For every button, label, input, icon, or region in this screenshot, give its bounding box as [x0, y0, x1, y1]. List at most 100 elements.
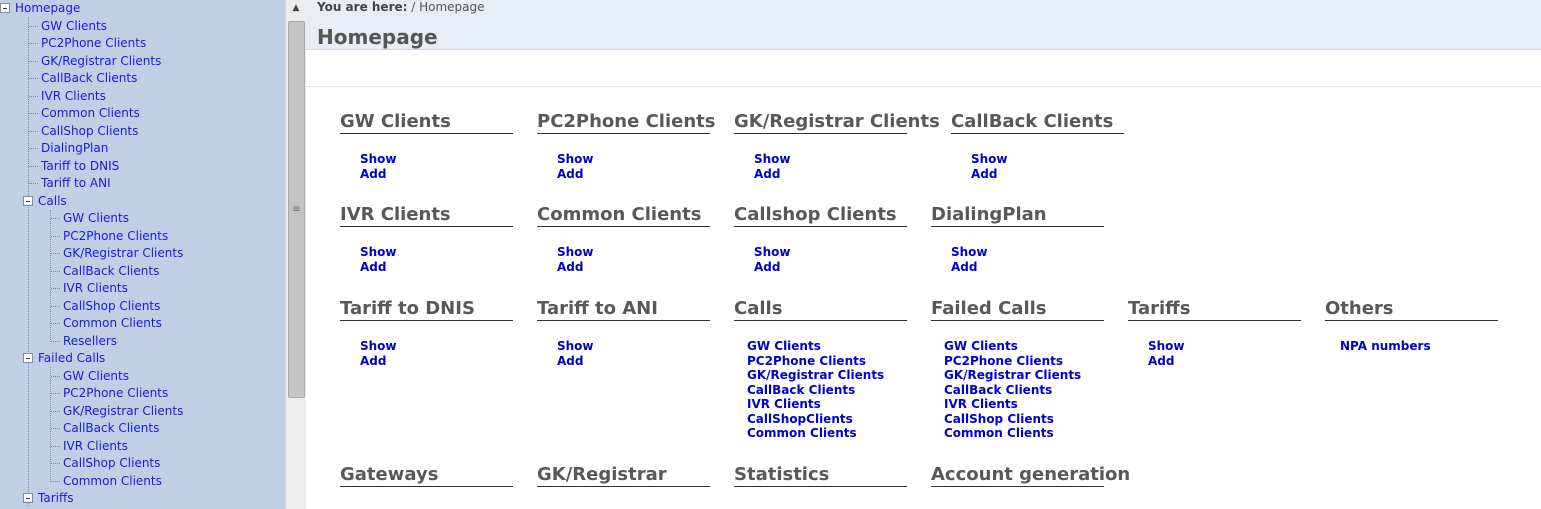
- add-link[interactable]: Add: [360, 167, 386, 181]
- tree-label[interactable]: PC2Phone Clients: [63, 386, 168, 400]
- tree-item-calls-callshop-clients[interactable]: CallShop Clients: [51, 298, 160, 315]
- add-link[interactable]: Add: [557, 354, 583, 368]
- tree-item-calls-callback-clients[interactable]: CallBack Clients: [51, 263, 159, 280]
- tree-label[interactable]: IVR Clients: [63, 281, 128, 295]
- tree-label[interactable]: Calls: [38, 194, 67, 208]
- show-link[interactable]: Show: [1148, 339, 1185, 353]
- tree-label[interactable]: CallBack Clients: [63, 264, 159, 278]
- failed-callback-clients-link[interactable]: CallBack Clients: [944, 383, 1052, 397]
- tree-item-calls-pc2phone-clients[interactable]: PC2Phone Clients: [51, 228, 168, 245]
- tree-item-common-clients[interactable]: Common Clients: [29, 105, 140, 122]
- collapse-icon[interactable]: [0, 2, 10, 13]
- show-link[interactable]: Show: [557, 245, 594, 259]
- tree-label[interactable]: Common Clients: [63, 316, 162, 330]
- tree-node-homepage[interactable]: Homepage: [0, 0, 80, 17]
- scroll-up-arrow-icon[interactable]: ▲: [286, 0, 306, 17]
- tree-item-tariff-to-dnis[interactable]: Tariff to DNIS: [29, 158, 119, 175]
- tree-item-gw-clients[interactable]: GW Clients: [29, 18, 107, 35]
- tree-label[interactable]: IVR Clients: [63, 439, 128, 453]
- tree-label[interactable]: Homepage: [15, 1, 80, 15]
- tree-item-gk-registrar-clients[interactable]: GK/Registrar Clients: [29, 53, 161, 70]
- tree-item-failed-gw-clients[interactable]: GW Clients: [51, 368, 129, 385]
- show-link[interactable]: Show: [557, 152, 594, 166]
- tree-label[interactable]: GK/Registrar Clients: [41, 54, 161, 68]
- tree-label[interactable]: GK/Registrar Clients: [63, 246, 183, 260]
- show-link[interactable]: Show: [971, 152, 1008, 166]
- tree-node-tariffs[interactable]: Tariffs: [23, 490, 73, 507]
- show-link[interactable]: Show: [754, 245, 791, 259]
- tree-item-calls-gk-registrar-clients[interactable]: GK/Registrar Clients: [51, 245, 183, 262]
- show-link[interactable]: Show: [360, 245, 397, 259]
- calls-gk-registrar-clients-link[interactable]: GK/Registrar Clients: [747, 368, 884, 382]
- show-link[interactable]: Show: [557, 339, 594, 353]
- collapse-icon[interactable]: [23, 492, 33, 503]
- calls-callshop-clients-link[interactable]: CallShopClients: [747, 412, 853, 426]
- tree-scrollbar[interactable]: ▲ ≡: [285, 0, 306, 509]
- failed-ivr-clients-link[interactable]: IVR Clients: [944, 397, 1018, 411]
- add-link[interactable]: Add: [557, 260, 583, 274]
- tree-node-failed-calls[interactable]: Failed Calls: [23, 350, 105, 367]
- add-link[interactable]: Add: [360, 260, 386, 274]
- tree-item-calls-ivr-clients[interactable]: IVR Clients: [51, 280, 128, 297]
- tree-label[interactable]: Tariffs: [38, 491, 73, 505]
- tree-item-dialingplan[interactable]: DialingPlan: [29, 140, 108, 157]
- add-link[interactable]: Add: [951, 260, 977, 274]
- failed-callshop-clients-link[interactable]: CallShop Clients: [944, 412, 1054, 426]
- tree-item-failed-gk-registrar-clients[interactable]: GK/Registrar Clients: [51, 403, 183, 420]
- tree-label[interactable]: PC2Phone Clients: [63, 229, 168, 243]
- tree-item-failed-callshop-clients[interactable]: CallShop Clients: [51, 455, 160, 472]
- calls-gw-clients-link[interactable]: GW Clients: [747, 339, 821, 353]
- tree-item-ivr-clients[interactable]: IVR Clients: [29, 88, 106, 105]
- tree-label[interactable]: CallShop Clients: [41, 124, 138, 138]
- tree-label[interactable]: PC2Phone Clients: [41, 36, 146, 50]
- collapse-icon[interactable]: [23, 352, 33, 363]
- failed-pc2phone-clients-link[interactable]: PC2Phone Clients: [944, 354, 1063, 368]
- tree-item-pc2phone-clients[interactable]: PC2Phone Clients: [29, 35, 146, 52]
- npa-numbers-link[interactable]: NPA numbers: [1340, 339, 1431, 353]
- add-link[interactable]: Add: [557, 167, 583, 181]
- show-link[interactable]: Show: [754, 152, 791, 166]
- add-link[interactable]: Add: [754, 260, 780, 274]
- tree-label[interactable]: Tariff to ANI: [41, 176, 111, 190]
- tree-label[interactable]: GW Clients: [63, 369, 129, 383]
- tree-label[interactable]: CallBack Clients: [63, 421, 159, 435]
- calls-pc2phone-clients-link[interactable]: PC2Phone Clients: [747, 354, 866, 368]
- add-link[interactable]: Add: [360, 354, 386, 368]
- tree-item-calls-gw-clients[interactable]: GW Clients: [51, 210, 129, 227]
- failed-common-clients-link[interactable]: Common Clients: [944, 426, 1054, 440]
- tree-item-callback-clients[interactable]: CallBack Clients: [29, 70, 137, 87]
- calls-ivr-clients-link[interactable]: IVR Clients: [747, 397, 821, 411]
- failed-gw-clients-link[interactable]: GW Clients: [944, 339, 1018, 353]
- tree-label[interactable]: Resellers: [63, 334, 117, 348]
- tree-label[interactable]: Common Clients: [41, 106, 140, 120]
- tree-item-failed-pc2phone-clients[interactable]: PC2Phone Clients: [51, 385, 168, 402]
- tree-node-calls[interactable]: Calls: [23, 193, 67, 210]
- add-link[interactable]: Add: [971, 167, 997, 181]
- tree-item-failed-ivr-clients[interactable]: IVR Clients: [51, 438, 128, 455]
- add-link[interactable]: Add: [754, 167, 780, 181]
- tree-label[interactable]: Failed Calls: [38, 351, 105, 365]
- tree-item-callshop-clients[interactable]: CallShop Clients: [29, 123, 138, 140]
- tree-item-failed-callback-clients[interactable]: CallBack Clients: [51, 420, 159, 437]
- tree-item-calls-resellers[interactable]: Resellers: [51, 333, 117, 350]
- show-link[interactable]: Show: [360, 152, 397, 166]
- tree-label[interactable]: CallShop Clients: [63, 299, 160, 313]
- show-link[interactable]: Show: [951, 245, 988, 259]
- tree-label[interactable]: GK/Registrar Clients: [63, 404, 183, 418]
- tree-label[interactable]: DialingPlan: [41, 141, 108, 155]
- tree-item-tariff-to-ani[interactable]: Tariff to ANI: [29, 175, 111, 192]
- tree-label[interactable]: CallShop Clients: [63, 456, 160, 470]
- collapse-icon[interactable]: [23, 195, 33, 206]
- tree-item-failed-common-clients[interactable]: Common Clients: [51, 473, 162, 490]
- tree-label[interactable]: CallBack Clients: [41, 71, 137, 85]
- show-link[interactable]: Show: [360, 339, 397, 353]
- failed-gk-registrar-clients-link[interactable]: GK/Registrar Clients: [944, 368, 1081, 382]
- tree-item-calls-common-clients[interactable]: Common Clients: [51, 315, 162, 332]
- calls-common-clients-link[interactable]: Common Clients: [747, 426, 857, 440]
- scrollbar-thumb[interactable]: ≡: [288, 21, 305, 398]
- calls-callback-clients-link[interactable]: CallBack Clients: [747, 383, 855, 397]
- tree-label[interactable]: GW Clients: [41, 19, 107, 33]
- tree-label[interactable]: IVR Clients: [41, 89, 106, 103]
- add-link[interactable]: Add: [1148, 354, 1174, 368]
- tree-label[interactable]: GW Clients: [63, 211, 129, 225]
